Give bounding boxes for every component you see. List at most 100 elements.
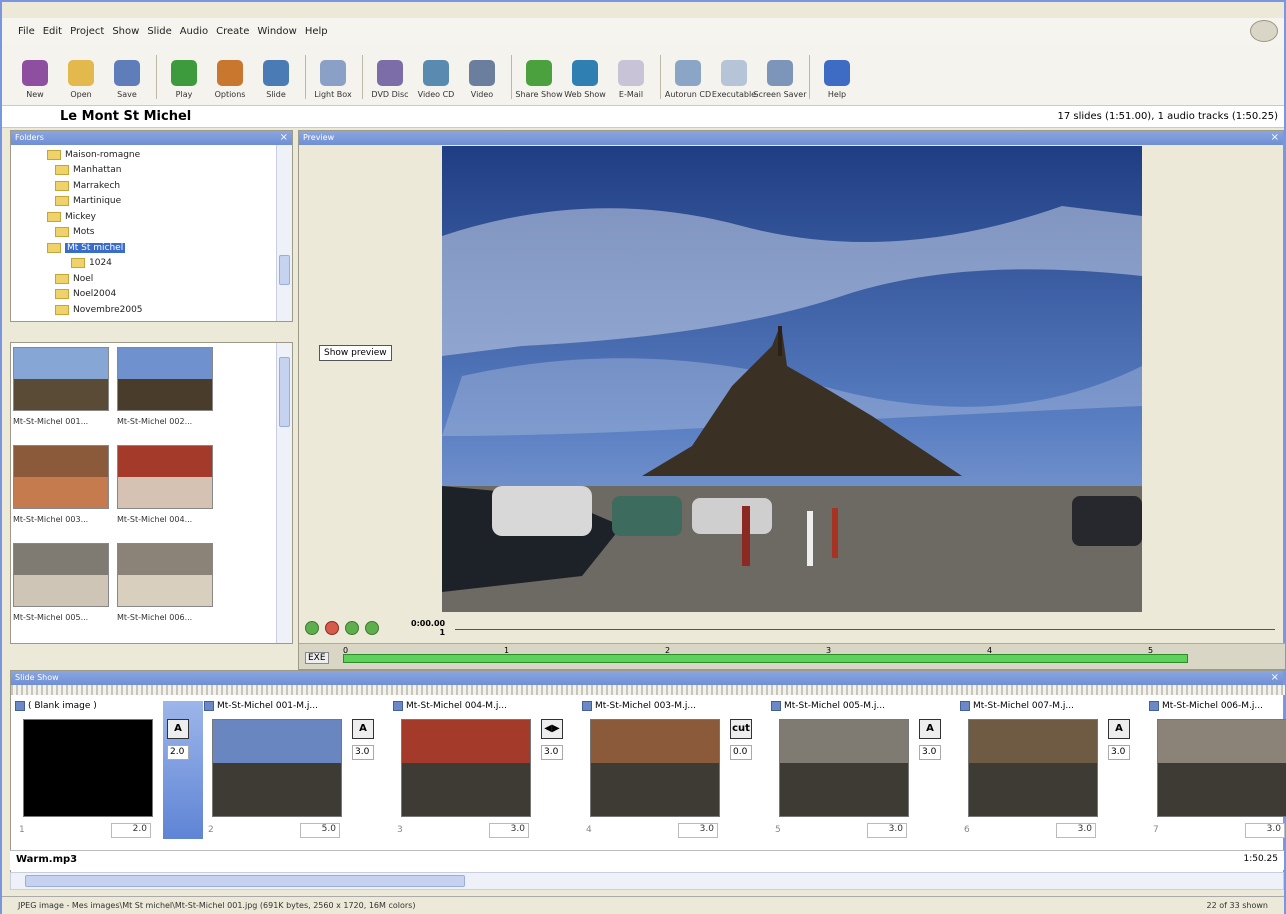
slide-icon (771, 701, 781, 711)
folder-item[interactable]: Manhattan (11, 163, 277, 179)
menu-help[interactable]: Help (305, 26, 328, 37)
save-button[interactable]: Save (108, 60, 146, 99)
transition-item[interactable]: A 3.0 (1108, 719, 1140, 809)
menu-slide[interactable]: Slide (147, 26, 171, 37)
folder-item[interactable]: Martinique (11, 194, 277, 210)
folder-item[interactable]: Noel2004 (11, 287, 277, 303)
slide-image (401, 719, 531, 817)
play-button[interactable]: Play (165, 60, 203, 99)
transition-duration[interactable]: 3.0 (352, 745, 374, 760)
next-icon[interactable] (365, 621, 379, 635)
menu-edit[interactable]: Edit (43, 26, 62, 37)
scroll-thumb[interactable] (279, 255, 290, 285)
slide-item[interactable]: Mt-St-Michel 001-M.j... 2 5.0 (204, 701, 352, 841)
transition-duration[interactable]: 2.0 (167, 745, 189, 760)
slide-duration[interactable]: 3.0 (1056, 823, 1096, 838)
transition-icon[interactable]: cut (730, 719, 752, 739)
new-button[interactable]: New (16, 60, 54, 99)
transition-item[interactable]: ◀▶ 3.0 (541, 719, 573, 809)
menu-create[interactable]: Create (216, 26, 249, 37)
share-show-button[interactable]: Share Show (515, 60, 563, 99)
folder-item[interactable]: Novembre2005 (11, 302, 277, 318)
slide-image (590, 719, 720, 817)
transition-icon[interactable]: ◀▶ (541, 719, 563, 739)
folder-item[interactable]: 1024 (11, 256, 277, 272)
open-button[interactable]: Open (62, 60, 100, 99)
folder-scrollbar[interactable] (276, 145, 292, 321)
thumbnail-item[interactable]: Mt-St-Michel 001... (13, 347, 113, 426)
slide-item[interactable]: Mt-St-Michel 006-M.j... 7 3.0 (1149, 701, 1286, 841)
thumbnail-item[interactable]: Mt-St-Michel 005... (13, 543, 113, 622)
web-show-button[interactable]: Web Show (564, 60, 606, 99)
scroll-thumb[interactable] (25, 875, 465, 887)
thumbnail-item[interactable]: Mt-St-Michel 003... (13, 445, 113, 524)
thumbnail-image (13, 347, 109, 411)
transition-item[interactable]: cut 0.0 (730, 719, 762, 809)
slide-item[interactable]: Mt-St-Michel 004-M.j... 3 3.0 (393, 701, 541, 841)
transition-duration[interactable]: 3.0 (1108, 745, 1130, 760)
transition-duration[interactable]: 0.0 (730, 745, 752, 760)
folder-icon (55, 289, 69, 300)
transition-icon[interactable]: A (352, 719, 374, 739)
close-icon[interactable]: × (1271, 131, 1279, 145)
folder-item[interactable]: Mt St michel (11, 240, 277, 256)
slide-item[interactable]: Mt-St-Michel 007-M.j... 6 3.0 (960, 701, 1108, 841)
folders-title-label: Folders (15, 133, 44, 142)
thumbnail-item[interactable]: Mt-St-Michel 006... (117, 543, 217, 622)
thumbnail-image (117, 543, 213, 607)
video-cd-button[interactable]: Video CD (417, 60, 455, 99)
slide-duration[interactable]: 3.0 (1245, 823, 1285, 838)
position-slider[interactable] (455, 629, 1275, 630)
slide-duration[interactable]: 2.0 (111, 823, 151, 838)
dvd-disc-button[interactable]: DVD Disc (371, 60, 409, 99)
menu-project[interactable]: Project (70, 26, 104, 37)
thumbnail-scrollbar[interactable] (276, 343, 292, 643)
folder-tree: Maison-romagne Manhattan Marrakech Martiniq… (11, 145, 277, 321)
scroll-thumb[interactable] (279, 357, 290, 427)
transition-icon[interactable]: A (919, 719, 941, 739)
transition-item[interactable]: A 3.0 (919, 719, 951, 809)
close-icon[interactable]: × (280, 131, 288, 145)
screen-saver-button[interactable]: Screen Saver (754, 60, 807, 99)
menu-window[interactable]: Window (257, 26, 296, 37)
transition-icon[interactable]: A (167, 719, 189, 739)
autorun-cd-button[interactable]: Autorun CD (665, 60, 711, 99)
transition-duration[interactable]: 3.0 (541, 745, 563, 760)
audio-track[interactable]: Warm.mp3 1:50.25 (10, 850, 1284, 870)
thumbnail-item[interactable]: Mt-St-Michel 004... (117, 445, 217, 524)
stop-icon[interactable] (325, 621, 339, 635)
video-button[interactable]: Video (463, 60, 501, 99)
menu-show[interactable]: Show (112, 26, 139, 37)
slide-button[interactable]: Slide (257, 60, 295, 99)
slide-duration[interactable]: 5.0 (300, 823, 340, 838)
light-box-button[interactable]: Light Box (314, 60, 352, 99)
menu-audio[interactable]: Audio (180, 26, 208, 37)
folder-item[interactable]: Mots (11, 225, 277, 241)
transition-duration[interactable]: 3.0 (919, 745, 941, 760)
slide-number: 1 (19, 825, 25, 835)
slide-strip-scrollbar[interactable] (10, 872, 1284, 890)
menu-file[interactable]: File (18, 26, 35, 37)
slide-item[interactable]: Mt-St-Michel 003-M.j... 4 3.0 (582, 701, 730, 841)
help-button[interactable]: Help (818, 60, 856, 99)
folder-item[interactable]: Mickey (11, 209, 277, 225)
timeline-bar[interactable] (343, 654, 1188, 663)
slide-item[interactable]: Mt-St-Michel 005-M.j... 5 3.0 (771, 701, 919, 841)
options-button[interactable]: Options (211, 60, 249, 99)
play-icon[interactable] (305, 621, 319, 635)
folder-item[interactable]: Marrakech (11, 178, 277, 194)
preview-image (442, 146, 1142, 612)
slide-duration[interactable]: 3.0 (867, 823, 907, 838)
transition-item[interactable]: A 3.0 (352, 719, 384, 809)
folder-item[interactable]: Maison-romagne (11, 147, 277, 163)
executable-button[interactable]: Executable (712, 60, 756, 99)
folder-item[interactable]: Noel (11, 271, 277, 287)
transition-icon[interactable]: A (1108, 719, 1130, 739)
previous-icon[interactable] (345, 621, 359, 635)
close-icon[interactable]: × (1271, 671, 1279, 685)
slide-duration[interactable]: 3.0 (489, 823, 529, 838)
e-mail-button[interactable]: E-Mail (612, 60, 650, 99)
slide-duration[interactable]: 3.0 (678, 823, 718, 838)
transition-item[interactable]: A 2.0 (163, 701, 203, 839)
thumbnail-item[interactable]: Mt-St-Michel 002... (117, 347, 217, 426)
